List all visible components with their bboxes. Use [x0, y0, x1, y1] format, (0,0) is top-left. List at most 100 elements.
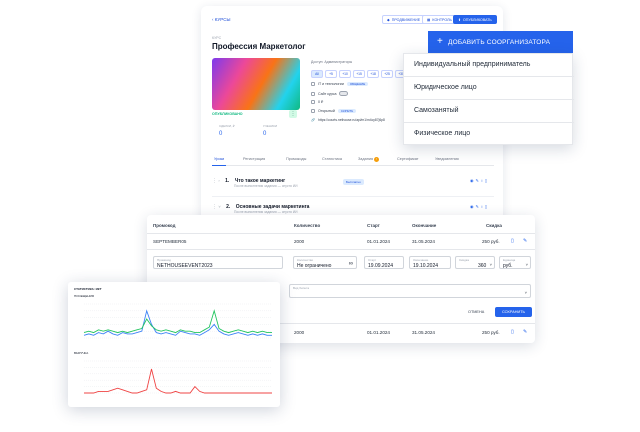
stat-value-deals: 0 [219, 131, 223, 137]
trash-icon[interactable]: ▯ [511, 329, 514, 335]
end-date-field[interactable]: Окончание 19.10.2024 [409, 256, 451, 269]
site-toggle[interactable] [339, 91, 349, 96]
visibility-option-label: Открытый [318, 109, 335, 113]
promo-start: 01.01.2024 [367, 239, 390, 244]
lesson-number: 2. [226, 204, 231, 210]
breadcrumb: КУРС [212, 36, 222, 40]
promo-discount: 250 руб. [482, 239, 500, 244]
chevron-down-icon[interactable]: ˅ [218, 204, 220, 209]
tab-registration[interactable]: Регистрация [243, 157, 265, 161]
edit-icon[interactable]: ✎ [523, 329, 527, 335]
age-chip[interactable]: +10 [339, 70, 351, 78]
hide-tag[interactable]: СКРЫТЬ [337, 109, 357, 113]
add-co-organizer-label: ДОБАВИТЬ СООРГАНИЗАТОРА [448, 38, 551, 46]
chevron-down-icon: ˅ [489, 262, 492, 267]
control-button[interactable]: ▦ КОНТРОЛЬ [422, 15, 457, 24]
ticket-type-select[interactable]: Вид билета ˅ [289, 284, 531, 298]
tab-promocodes[interactable]: Промокоды [286, 157, 306, 161]
menu-item-individual[interactable]: Физическое лицо [404, 123, 574, 146]
promo-start: 01.01.2024 [367, 330, 390, 335]
tab-tasks-label: Задания [358, 157, 374, 161]
lesson-subtitle: После выполнения задания — спустя ИИ [234, 184, 298, 188]
age-chip-all[interactable]: All [311, 70, 323, 78]
field-value: 19.10.2024 [413, 263, 439, 269]
add-co-organizer-button[interactable]: + ДОБАВИТЬ СООРГАНИЗАТОРА [428, 31, 573, 53]
age-chip[interactable]: +18 [367, 70, 379, 78]
trash-icon[interactable]: ▯ [511, 238, 514, 244]
cancel-button[interactable]: ОТМЕНА [468, 310, 484, 314]
age-chip[interactable]: +5 [325, 70, 337, 78]
site-option[interactable]: Сайт курса [311, 91, 349, 96]
field-label: Скидка [459, 258, 469, 262]
visibility-option[interactable]: Открытый СКРЫТЬ [311, 109, 357, 113]
link-icon: 🔗 [311, 118, 316, 122]
promo-qty: 2000 [294, 239, 305, 244]
statistics-card: СТАТИСТИКА: ИКТ ПОСЕЩЕНИЯ ВЫРУЧКА [68, 282, 280, 407]
field-label: Единица [503, 258, 516, 262]
quantity-field[interactable]: Количество Не ограничено ∞ [293, 256, 357, 269]
save-button[interactable]: СОХРАНИТЬ [495, 307, 532, 317]
status-badge: ОПУБЛИКОВАНО [212, 112, 243, 116]
category-option[interactable]: IT и технологии ОБЩЕНИЕ [311, 82, 369, 86]
checkbox[interactable] [311, 109, 315, 113]
promo-end: 31.05.2024 [412, 239, 435, 244]
infinity-icon[interactable]: ∞ [349, 261, 353, 267]
price-option[interactable]: 0 ₽ [311, 100, 323, 104]
megaphone-icon: ◆ [387, 17, 390, 22]
menu-item-individual-entrepreneur[interactable]: Индивидуальный предприниматель [404, 54, 574, 77]
start-date-field[interactable]: Старт 19.09.2024 [364, 256, 404, 269]
field-label: Вид билета [293, 286, 309, 290]
trash-icon[interactable]: ▯ [485, 178, 489, 183]
promotion-button[interactable]: ◆ ПРОДВИЖЕНИЕ [382, 15, 426, 24]
more-options-button[interactable]: ⋮ [289, 110, 297, 118]
tab-statistics[interactable]: Статистика [322, 157, 342, 161]
col-header-code: Промокод [153, 223, 176, 228]
unit-select[interactable]: Единица руб. ˅ [499, 256, 531, 269]
lesson-row[interactable]: ⋮ ˅ 2. Основные задачи маркетинга ◉✎↕▯ П… [212, 204, 494, 214]
lesson-row[interactable]: ⋮ › 1. Что такое маркетинг Бесплатно ◉✎↕… [212, 178, 494, 188]
chevron-right-icon[interactable]: › [218, 178, 219, 183]
drag-handle-icon[interactable]: ⋮ [212, 178, 217, 184]
edit-icon[interactable]: ✎ [523, 238, 527, 244]
checkbox[interactable] [311, 91, 315, 96]
age-chip[interactable]: +25 [381, 70, 393, 78]
category-tag: ОБЩЕНИЕ [346, 82, 369, 86]
field-value: руб. [503, 263, 513, 269]
stat-value-students: 0 [263, 131, 267, 137]
plus-icon: + [437, 36, 444, 47]
field-label: Количество [297, 258, 314, 262]
back-link[interactable]: ‹ КУРСЫ [212, 17, 230, 22]
field-label: Промокод [157, 258, 171, 262]
menu-item-legal-entity[interactable]: Юридическое лицо [404, 77, 574, 100]
age-chip[interactable]: +15 [353, 70, 365, 78]
promo-code-field[interactable]: Промокод NETHOUSEEVENT2023 [153, 256, 283, 269]
free-badge: Бесплатно [343, 179, 364, 185]
lesson-actions: ◉✎↕▯ [470, 178, 489, 183]
publish-button[interactable]: ⬆ ОПУБЛИКОВАТЬ [453, 15, 497, 24]
tab-notifications[interactable]: Уведомления [435, 157, 459, 161]
publish-button-label: ОПУБЛИКОВАТЬ [463, 17, 492, 22]
promo-end: 31.05.2024 [412, 330, 435, 335]
col-header-end: Окончание [412, 223, 437, 228]
checkbox[interactable] [311, 82, 315, 86]
series-line [83, 309, 272, 334]
course-cover-image[interactable] [212, 58, 300, 110]
course-url[interactable]: 🔗 https://courts.nethouse.ru/api/m1/m4cy8… [311, 118, 385, 122]
checkbox[interactable] [311, 100, 315, 104]
access-label: Доступ: Администраторы [311, 60, 353, 64]
tab-lessons[interactable]: Уроки [214, 157, 224, 161]
drag-handle-icon[interactable]: ⋮ [212, 204, 217, 210]
series-line [84, 368, 272, 394]
revenue-chart [84, 360, 272, 394]
lesson-number: 1. [225, 178, 230, 184]
promo-discount: 250 руб. [482, 330, 500, 335]
tab-tasks[interactable]: Задания ! [358, 157, 380, 162]
tab-certificate[interactable]: Сертификат [397, 157, 419, 161]
trash-icon[interactable]: ▯ [485, 204, 489, 209]
discount-field[interactable]: Скидка 360 ˅ [455, 256, 495, 269]
chevron-down-icon: ˅ [524, 290, 527, 295]
menu-item-self-employed[interactable]: Самозанятый [404, 100, 574, 123]
grid-icon: ▦ [427, 17, 431, 22]
page-title: Профессия Маркетолог [212, 42, 306, 51]
divider [147, 249, 535, 250]
